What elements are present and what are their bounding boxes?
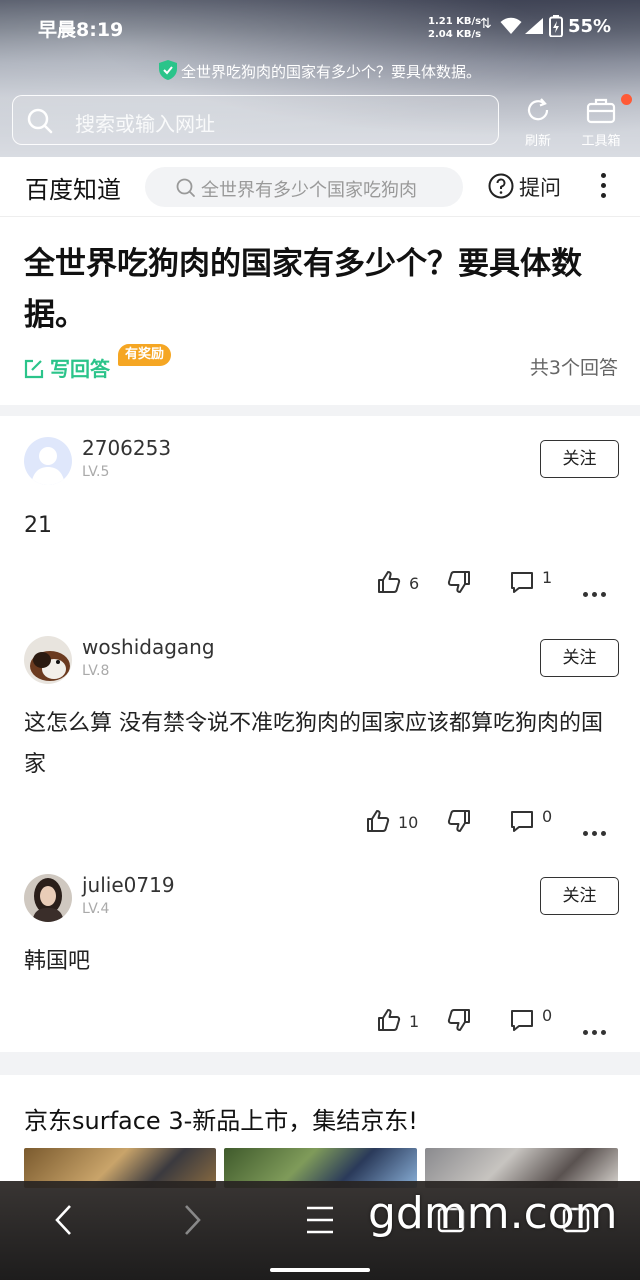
user-level: LV.8 <box>82 663 110 679</box>
avatar[interactable] <box>24 874 72 922</box>
avatar[interactable] <box>24 437 72 485</box>
thumbs-up-icon <box>378 571 401 593</box>
dislike-button[interactable] <box>447 570 471 594</box>
signal-icon <box>525 18 543 34</box>
question-card: 全世界吃狗肉的国家有多少个？要具体数据。 写回答 有奖励 共3个回答 <box>0 217 640 405</box>
thumbs-down-icon <box>447 1009 470 1031</box>
toolbox-label: 工具箱 <box>581 134 621 149</box>
more-menu-icon[interactable] <box>598 173 608 203</box>
status-bar: 早晨8:19 1.21 KB/s 2.04 KB/s ⇅ 55% <box>0 0 640 56</box>
like-button[interactable]: 10 <box>366 809 418 833</box>
answer-item: julie0719 LV.4 关注 韩国吧 1 0 <box>0 853 640 1052</box>
comment-icon <box>511 1010 533 1031</box>
like-count: 1 <box>409 1012 420 1031</box>
section-gap <box>0 405 640 416</box>
zhidao-logo[interactable]: 百度知道 <box>25 170 121 205</box>
answer-actions: 10 0 <box>0 807 640 840</box>
battery-icon <box>549 15 563 37</box>
follow-button[interactable]: 关注 <box>540 440 619 478</box>
shield-check-icon <box>158 60 177 80</box>
avatar[interactable] <box>24 636 72 684</box>
comment-icon <box>511 811 533 832</box>
menu-icon[interactable] <box>305 1205 335 1235</box>
network-speed: 1.21 KB/s 2.04 KB/s <box>428 16 482 40</box>
username[interactable]: julie0719 <box>82 873 175 897</box>
data-arrows-icon: ⇅ <box>480 16 492 32</box>
username[interactable]: 2706253 <box>82 436 171 460</box>
user-level: LV.4 <box>82 901 110 917</box>
status-time: 早晨8:19 <box>38 19 124 41</box>
dislike-button[interactable] <box>447 1008 471 1032</box>
more-options-icon[interactable] <box>583 821 610 840</box>
site-watermark: gdmm.com <box>368 1188 618 1239</box>
search-icon <box>27 108 53 134</box>
comment-button[interactable]: 1 <box>510 568 553 594</box>
thumbs-up-icon <box>367 810 390 832</box>
zhidao-search-placeholder: 全世界有多少个国家吃狗肉 <box>201 180 417 201</box>
search-icon <box>176 178 195 197</box>
username[interactable]: woshidagang <box>82 635 215 659</box>
more-options-icon[interactable] <box>583 582 610 601</box>
page-tip-text: 全世界吃狗肉的国家有多少个？要具体数据。 <box>180 63 481 81</box>
answer-text: 韩国吧 <box>24 949 91 974</box>
like-button[interactable]: 6 <box>377 570 419 594</box>
back-icon[interactable] <box>52 1203 76 1237</box>
wifi-icon <box>500 17 522 34</box>
refresh-icon <box>527 98 549 121</box>
answer-actions: 6 1 <box>0 568 640 601</box>
like-count: 6 <box>409 574 420 593</box>
write-answer-label: 写回答 <box>50 357 110 381</box>
answer-actions: 1 0 <box>0 1006 640 1039</box>
notification-dot <box>621 94 632 105</box>
write-answer-button[interactable]: 写回答 <box>24 353 110 382</box>
comment-button[interactable]: 0 <box>510 807 553 833</box>
answer-item: woshidagang LV.8 关注 这怎么算 没有禁令说不准吃狗肉的国家应该… <box>0 615 640 853</box>
zhidao-header: 百度知道 全世界有多少个国家吃狗肉 提问 <box>0 157 640 217</box>
comment-count: 0 <box>542 807 553 826</box>
search-placeholder: 搜索或输入网址 <box>75 112 215 136</box>
refresh-button[interactable]: 刷新 <box>513 96 563 149</box>
follow-button[interactable]: 关注 <box>540 639 619 677</box>
answer-text: 这怎么算 没有禁令说不准吃狗肉的国家应该都算吃狗肉的国家 <box>24 711 603 777</box>
answer-text: 21 <box>24 513 52 538</box>
user-level: LV.5 <box>82 464 110 480</box>
toolbox-icon <box>586 98 616 124</box>
follow-button[interactable]: 关注 <box>540 877 619 915</box>
answer-count: 共3个回答 <box>529 357 618 379</box>
question-title: 全世界吃狗肉的国家有多少个？要具体数据。 <box>24 246 582 333</box>
like-count: 10 <box>398 813 419 832</box>
question-icon <box>488 173 514 199</box>
comment-button[interactable]: 0 <box>510 1006 553 1032</box>
section-gap <box>0 1052 640 1075</box>
edit-icon <box>24 359 44 379</box>
ask-question-button[interactable]: 提问 <box>488 172 561 202</box>
thumbs-up-icon <box>378 1009 401 1031</box>
gesture-home-bar[interactable] <box>270 1268 370 1272</box>
refresh-label: 刷新 <box>524 134 551 149</box>
battery-percent: 55% <box>568 16 612 37</box>
answer-item: 2706253 LV.5 关注 21 6 1 <box>0 416 640 616</box>
comment-count: 1 <box>542 568 553 587</box>
page-security-tip: 全世界吃狗肉的国家有多少个？要具体数据。 <box>0 60 640 82</box>
more-options-icon[interactable] <box>583 1020 610 1039</box>
toolbox-button[interactable]: 工具箱 <box>576 96 626 149</box>
ad-title[interactable]: 京东surface 3-新品上市，集结京东! <box>24 1101 418 1136</box>
forward-icon[interactable] <box>180 1203 204 1237</box>
thumbs-down-icon <box>447 571 470 593</box>
ask-label: 提问 <box>519 176 561 200</box>
comment-icon <box>511 572 533 593</box>
zhidao-search-input[interactable]: 全世界有多少个国家吃狗肉 <box>145 167 463 207</box>
browser-search-input[interactable]: 搜索或输入网址 <box>12 95 499 145</box>
reward-badge: 有奖励 <box>118 344 172 366</box>
like-button[interactable]: 1 <box>377 1008 419 1032</box>
dislike-button[interactable] <box>447 809 471 833</box>
comment-count: 0 <box>542 1006 553 1025</box>
thumbs-down-icon <box>447 810 470 832</box>
